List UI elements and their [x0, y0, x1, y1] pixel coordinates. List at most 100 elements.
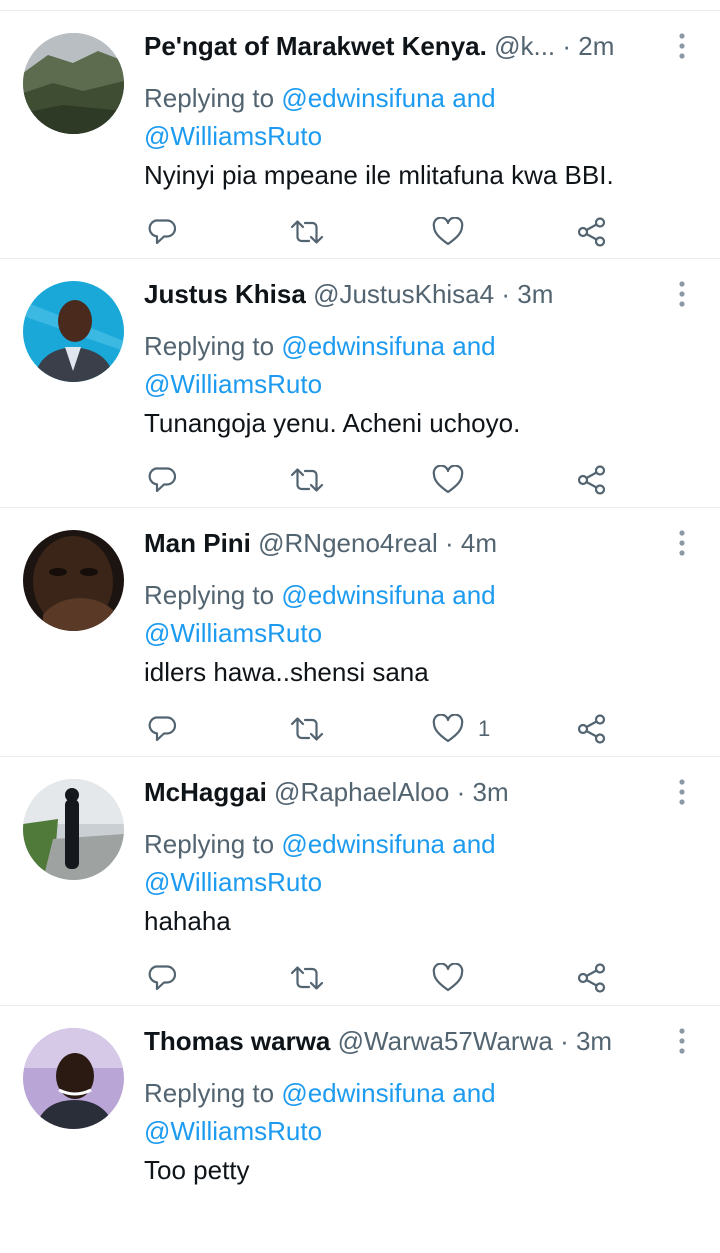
like-button[interactable] [432, 463, 478, 497]
display-name[interactable]: McHaggai [144, 777, 267, 807]
mention-link[interactable]: @edwinsifuna [281, 580, 445, 610]
tweet-header: Justus Khisa @JustusKhisa4 · 3m [144, 277, 664, 311]
like-button[interactable] [432, 215, 478, 249]
share-button[interactable] [576, 712, 608, 746]
reply-icon [148, 965, 177, 991]
retweet-button[interactable] [290, 463, 324, 497]
replying-prefix: Replying to [144, 83, 275, 113]
user-handle[interactable]: @Warwa57Warwa [338, 1026, 553, 1056]
avatar[interactable] [23, 33, 124, 134]
tweet-header: Pe'ngat of Marakwet Kenya. @k... · 2m [144, 29, 664, 63]
reply-icon [148, 716, 177, 742]
user-handle[interactable]: @RNgeno4real [258, 528, 438, 558]
tweet-text: Nyinyi pia mpeane ile mlitafuna kwa BBI. [144, 160, 614, 190]
tweet[interactable]: Justus Khisa @JustusKhisa4 · 3m Replying… [0, 258, 720, 506]
mention-joiner[interactable]: and [452, 83, 495, 113]
retweet-button[interactable] [290, 961, 324, 995]
retweet-button[interactable] [290, 215, 324, 249]
timestamp[interactable]: 2m [578, 31, 614, 61]
avatar[interactable] [23, 779, 124, 880]
mention-joiner[interactable]: and [452, 580, 495, 610]
like-count: 1 [478, 716, 491, 741]
display-name[interactable]: Thomas warwa [144, 1026, 330, 1056]
mention-joiner[interactable]: and [452, 331, 495, 361]
more-vertical-icon [679, 779, 685, 805]
tweet[interactable]: Thomas warwa @Warwa57Warwa · 3m Replying… [0, 1005, 720, 1253]
mention-link[interactable]: @WilliamsRuto [144, 1116, 322, 1146]
tweet-text: Tunangoja yenu. Acheni uchoyo. [144, 408, 521, 438]
tweet-text: hahaha [144, 906, 231, 936]
reply-button[interactable] [147, 215, 177, 249]
like-button[interactable] [432, 961, 478, 995]
replying-to: Replying to @edwinsifuna and @WilliamsRu… [144, 576, 684, 652]
heart-icon [432, 963, 464, 992]
heart-icon [432, 714, 464, 743]
more-vertical-icon [679, 281, 685, 307]
more-options-button[interactable] [670, 777, 694, 807]
reply-button[interactable] [147, 961, 177, 995]
reply-icon [148, 467, 177, 493]
display-name[interactable]: Man Pini [144, 528, 251, 558]
avatar[interactable] [23, 1028, 124, 1129]
tweet-header: Man Pini @RNgeno4real · 4m [144, 526, 664, 560]
separator-dot: · [456, 777, 466, 807]
timestamp[interactable]: 4m [461, 528, 497, 558]
replying-to: Replying to @edwinsifuna and @WilliamsRu… [144, 327, 684, 403]
replying-to: Replying to @edwinsifuna and @WilliamsRu… [144, 79, 684, 155]
mention-link[interactable]: @WilliamsRuto [144, 618, 322, 648]
display-name[interactable]: Justus Khisa [144, 279, 306, 309]
avatar[interactable] [23, 530, 124, 631]
more-options-button[interactable] [670, 31, 694, 61]
replying-prefix: Replying to [144, 829, 275, 859]
share-button[interactable] [576, 463, 608, 497]
share-icon [577, 963, 606, 993]
heart-icon [432, 465, 464, 494]
more-vertical-icon [679, 1028, 685, 1054]
avatar[interactable] [23, 281, 124, 382]
tweet[interactable]: Man Pini @RNgeno4real · 4m Replying to @… [0, 507, 720, 755]
tweet[interactable]: McHaggai @RaphaelAloo · 3m Replying to @… [0, 756, 720, 1004]
mention-link[interactable]: @edwinsifuna [281, 1078, 445, 1108]
timestamp[interactable]: 3m [472, 777, 508, 807]
tweet-text: idlers hawa..shensi sana [144, 657, 429, 687]
more-options-button[interactable] [670, 279, 694, 309]
timestamp[interactable]: 3m [517, 279, 553, 309]
reply-icon [148, 219, 177, 245]
tweet-header: McHaggai @RaphaelAloo · 3m [144, 775, 664, 809]
replying-to: Replying to @edwinsifuna and @WilliamsRu… [144, 1074, 684, 1150]
separator-dot: · [444, 528, 454, 558]
like-button[interactable]: 1 [432, 712, 490, 746]
share-button[interactable] [576, 961, 608, 995]
more-options-button[interactable] [670, 528, 694, 558]
reply-button[interactable] [147, 712, 177, 746]
mention-link[interactable]: @WilliamsRuto [144, 867, 322, 897]
share-button[interactable] [576, 215, 608, 249]
replying-to: Replying to @edwinsifuna and @WilliamsRu… [144, 825, 684, 901]
share-icon [577, 714, 606, 744]
user-handle[interactable]: @JustusKhisa4 [313, 279, 494, 309]
mention-link[interactable]: @WilliamsRuto [144, 121, 322, 151]
more-vertical-icon [679, 33, 685, 59]
retweet-icon [290, 220, 324, 244]
mention-joiner[interactable]: and [452, 1078, 495, 1108]
mention-link[interactable]: @edwinsifuna [281, 83, 445, 113]
replying-prefix: Replying to [144, 331, 275, 361]
share-icon [577, 465, 606, 495]
more-options-button[interactable] [670, 1026, 694, 1056]
user-handle[interactable]: @RaphaelAloo [274, 777, 449, 807]
mention-link[interactable]: @edwinsifuna [281, 829, 445, 859]
mention-link[interactable]: @WilliamsRuto [144, 369, 322, 399]
replying-prefix: Replying to [144, 580, 275, 610]
mention-joiner[interactable]: and [452, 829, 495, 859]
tweet-actions [0, 199, 720, 259]
user-handle[interactable]: @k... [494, 31, 555, 61]
tweet[interactable]: Pe'ngat of Marakwet Kenya. @k... · 2m Re… [0, 10, 720, 258]
share-icon [577, 217, 606, 247]
retweet-icon [290, 966, 324, 990]
display-name[interactable]: Pe'ngat of Marakwet Kenya. [144, 31, 487, 61]
timestamp[interactable]: 3m [576, 1026, 612, 1056]
reply-button[interactable] [147, 463, 177, 497]
mention-link[interactable]: @edwinsifuna [281, 331, 445, 361]
retweet-button[interactable] [290, 712, 324, 746]
tweet-actions [0, 447, 720, 507]
